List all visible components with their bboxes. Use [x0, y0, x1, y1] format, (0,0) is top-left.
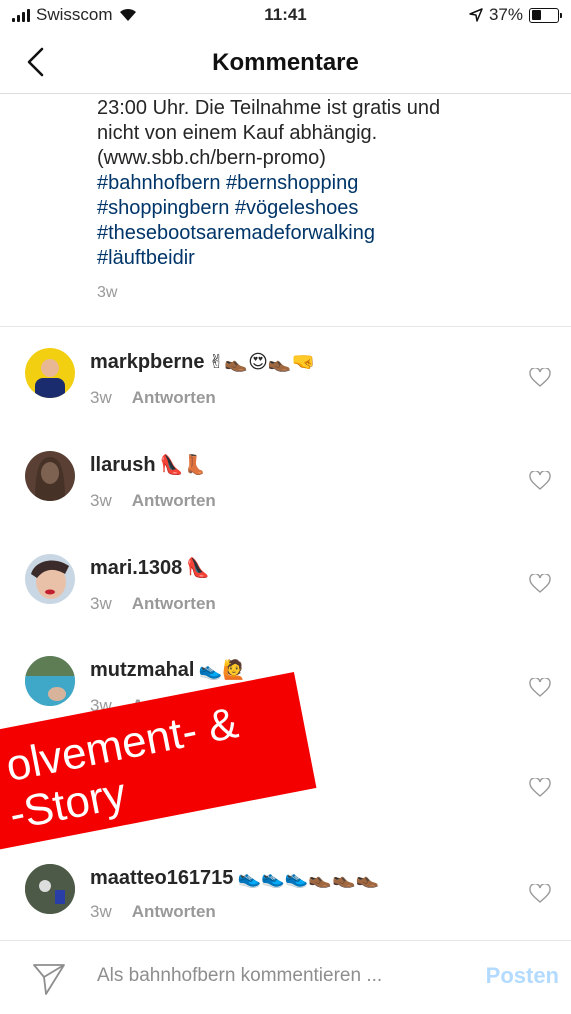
- like-heart-icon[interactable]: [529, 778, 551, 798]
- comment-time: 3w: [90, 902, 112, 921]
- like-heart-icon[interactable]: [529, 368, 551, 388]
- hashtag-line[interactable]: #thesebootsaremadeforwalking: [97, 221, 537, 246]
- comment-emoji: 👠👢: [159, 454, 207, 476]
- comment-emoji: 👠: [186, 557, 210, 579]
- reply-button[interactable]: Antworten: [132, 902, 216, 921]
- caption-line: nicht von einem Kauf abhängig.: [97, 122, 378, 144]
- avatar[interactable]: [25, 348, 75, 398]
- avatar[interactable]: [25, 451, 75, 501]
- comment-meta: 3w Antworten: [90, 388, 216, 408]
- comment-author[interactable]: maatteo161715 👟👟👟👞👞👞: [90, 866, 379, 890]
- comment-meta: 3w Antworten: [90, 594, 216, 614]
- comment-emoji: ✌👞😍👞🤜: [208, 351, 316, 373]
- username[interactable]: mari.1308: [90, 557, 182, 579]
- comment-time: 3w: [90, 388, 112, 407]
- comment-input[interactable]: [97, 965, 447, 987]
- comment-emoji: 👟👟👟👞👞👞: [237, 867, 380, 889]
- reply-button[interactable]: Antworten: [132, 594, 216, 613]
- like-heart-icon[interactable]: [529, 678, 551, 698]
- reply-button[interactable]: Antworten: [132, 388, 216, 407]
- page-title: Kommentare: [212, 49, 359, 76]
- avatar[interactable]: [25, 554, 75, 604]
- comment-meta: 3w Antworten: [90, 902, 216, 922]
- comment-author[interactable]: llarush 👠👢: [90, 453, 207, 477]
- hashtag-line[interactable]: #läuftbeidir: [97, 246, 537, 271]
- location-arrow-icon: [469, 8, 483, 22]
- status-bar: Swisscom 11:41 37%: [0, 0, 571, 34]
- caption-timestamp: 3w: [97, 284, 118, 301]
- battery-icon: [529, 7, 562, 23]
- comment-meta: 3w Antworten: [90, 491, 216, 511]
- comment-author[interactable]: mutzmahal 👟🙋: [90, 658, 246, 682]
- divider: [0, 326, 571, 327]
- reply-button[interactable]: Antworten: [132, 491, 216, 510]
- comment-time: 3w: [90, 491, 112, 510]
- username[interactable]: mutzmahal: [90, 659, 194, 681]
- comment-row: markpberne ✌👞😍👞🤜 3w Antworten: [0, 340, 571, 440]
- nav-bar: Kommentare: [0, 34, 571, 94]
- comment-row: llarush 👠👢 3w Antworten: [0, 443, 571, 543]
- caption-line: (www.sbb.ch/bern-promo): [97, 147, 326, 169]
- post-button[interactable]: Posten: [486, 963, 559, 989]
- hashtag-line[interactable]: #bahnhofbern #bernshopping: [97, 171, 537, 196]
- send-icon[interactable]: [32, 961, 66, 995]
- comment-author[interactable]: mari.1308 👠: [90, 556, 210, 580]
- like-heart-icon[interactable]: [529, 574, 551, 594]
- battery-fill: [531, 10, 541, 20]
- comment-time: 3w: [90, 594, 112, 613]
- like-heart-icon[interactable]: [529, 884, 551, 904]
- username[interactable]: maatteo161715: [90, 867, 233, 889]
- username[interactable]: markpberne: [90, 351, 205, 373]
- username[interactable]: llarush: [90, 454, 156, 476]
- avatar[interactable]: [25, 864, 75, 914]
- avatar[interactable]: [25, 656, 75, 706]
- status-right: 37%: [469, 5, 562, 25]
- comment-composer: Posten: [0, 940, 571, 1014]
- like-heart-icon[interactable]: [529, 471, 551, 491]
- comment-emoji: 👟🙋: [198, 659, 246, 681]
- comment-author[interactable]: markpberne ✌👞😍👞🤜: [90, 350, 315, 374]
- caption-line: 23:00 Uhr. Die Teilnahme ist gratis und: [97, 97, 441, 119]
- battery-percent: 37%: [488, 5, 523, 24]
- post-caption: 23:00 Uhr. Die Teilnahme ist gratis und …: [97, 96, 537, 271]
- hashtag-line[interactable]: #shoppingbern #vögeleshoes: [97, 196, 537, 221]
- comment-row: mari.1308 👠 3w Antworten: [0, 546, 571, 646]
